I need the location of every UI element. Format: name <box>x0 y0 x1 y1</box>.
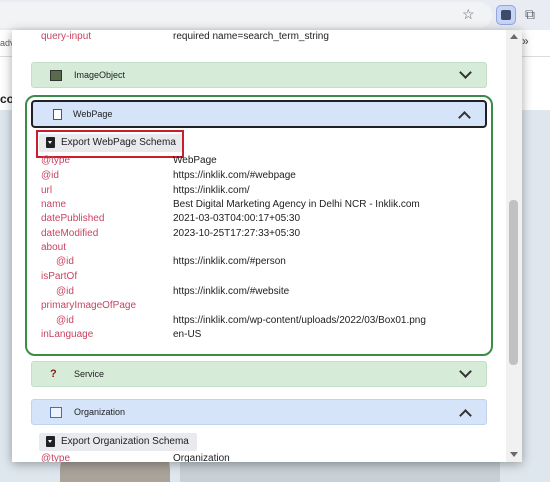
section-title: ImageObject <box>74 70 126 80</box>
export-button-highlight <box>36 130 184 158</box>
schema-key: url <box>41 185 53 196</box>
extensions-puzzle-icon[interactable]: ⧉ <box>525 6 535 22</box>
schema-key: @id <box>41 170 59 181</box>
chevron-up-icon[interactable] <box>459 409 472 422</box>
schema-viewer-popup: query-input required name=search_term_st… <box>12 30 522 462</box>
schema-key: @id <box>56 256 74 267</box>
schema-value: Organization <box>173 453 230 462</box>
browser-toolbar: ☆ ⧉ <box>0 0 550 30</box>
schema-value: Best Digital Marketing Agency in Delhi N… <box>173 199 420 210</box>
organization-icon <box>50 407 62 418</box>
schema-key: isPartOf <box>41 271 78 282</box>
schema-value: https://inklik.com/wp-content/uploads/20… <box>173 315 426 326</box>
schema-key: about <box>41 242 67 253</box>
section-title: WebPage <box>73 109 113 119</box>
export-button-label: Export Organization Schema <box>61 436 189 447</box>
section-title: Service <box>74 369 105 379</box>
schema-value: https://inklik.com/#person <box>173 256 286 267</box>
schema-extension-icon[interactable] <box>496 5 516 25</box>
bookmarks-overflow-button[interactable]: » <box>522 34 529 48</box>
schema-key: datePublished <box>41 213 105 224</box>
chevron-down-icon[interactable] <box>459 365 472 378</box>
schema-value: https://inklik.com/#webpage <box>173 170 296 181</box>
section-service-header[interactable]: ? Service <box>31 361 487 387</box>
scroll-down-arrow-icon[interactable] <box>510 452 518 457</box>
schema-key: @type <box>41 453 71 462</box>
schema-value: 2021-03-03T04:00:17+05:30 <box>173 213 301 224</box>
section-organization-header[interactable]: Organization <box>31 399 487 425</box>
section-title: Organization <box>74 407 126 417</box>
document-icon <box>53 109 62 120</box>
chevron-up-icon[interactable] <box>458 111 471 124</box>
popup-content[interactable]: query-input required name=search_term_st… <box>12 30 506 462</box>
schema-key: inLanguage <box>41 329 94 340</box>
address-bar[interactable] <box>0 2 492 28</box>
export-organization-schema-button[interactable]: Export Organization Schema <box>39 433 197 451</box>
scroll-up-arrow-icon[interactable] <box>510 34 518 39</box>
section-imageobject-header[interactable]: ImageObject <box>31 62 487 88</box>
schema-key: name <box>41 199 67 210</box>
download-icon <box>46 436 55 447</box>
schema-value: https://inklik.com/#website <box>173 286 290 297</box>
scrollbar-thumb[interactable] <box>509 200 518 365</box>
question-mark-icon: ? <box>50 368 57 380</box>
schema-value: en-US <box>173 329 202 340</box>
chevron-down-icon[interactable] <box>459 66 472 79</box>
section-webpage-header[interactable]: WebPage <box>31 100 487 128</box>
schema-key: @type <box>41 155 71 166</box>
schema-value: 2023-10-25T17:27:33+05:30 <box>173 228 301 239</box>
schema-key: @id <box>56 286 74 297</box>
schema-key: primaryImageOfPage <box>41 300 137 311</box>
image-icon <box>50 70 62 81</box>
schema-value: WebPage <box>173 155 217 166</box>
star-icon[interactable]: ☆ <box>462 6 475 22</box>
schema-key: dateModified <box>41 228 99 239</box>
popup-scrollbar[interactable] <box>506 30 522 462</box>
schema-value: required name=search_term_string <box>173 31 329 42</box>
schema-key: @id <box>56 315 74 326</box>
schema-value: https://inklik.com/ <box>173 185 250 196</box>
schema-key: query-input <box>41 31 92 42</box>
